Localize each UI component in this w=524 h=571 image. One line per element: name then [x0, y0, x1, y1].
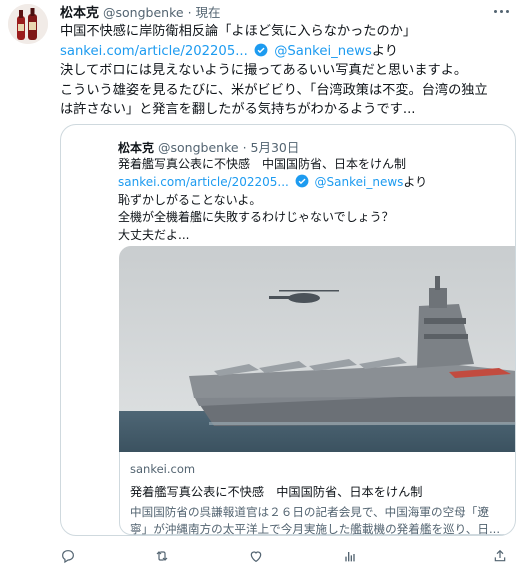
quote-text: 発着艦写真公表に不快感 中国国防省、日本をけん制 sankei.com/arti…: [118, 156, 427, 245]
reply-button[interactable]: [60, 548, 154, 564]
tweet-line: 決してボロには見えないように撮ってあるいい写真だと思いますよ。: [60, 63, 468, 78]
like-button[interactable]: [248, 548, 342, 564]
tweet-line: こういう雄姿を見るたびに、米がビビり、「台湾政策は不変。台湾の独立: [60, 82, 488, 98]
quote-link[interactable]: sankei.com/article/202205...: [118, 175, 289, 189]
retweet-button[interactable]: [154, 548, 248, 564]
quote-header: 松本克 @songbenke · 5月30日: [118, 137, 299, 156]
retweet-icon: [156, 551, 168, 561]
tweet-line: は許さない」と発言を翻したがる気持ちがわかるようです...: [60, 102, 416, 117]
quote-line: 恥ずかしがることないよ。: [118, 192, 262, 207]
like-icon: [250, 551, 262, 563]
share-button[interactable]: [492, 548, 508, 568]
tweet-line: 中国不快感に岸防衛相反論「よほど気に入らなかったのか」: [60, 24, 417, 39]
analytics-button[interactable]: [342, 548, 436, 564]
link-card-description: 中国国防省の呉謙報道官は２６日の記者会見で、中国海軍の空母「遼 寧」が沖縄南方の…: [130, 504, 515, 536]
verified-icon: [295, 174, 309, 188]
quote-time[interactable]: · 5月30日: [243, 137, 300, 156]
link-card[interactable]: sankei.com 発着艦写真公表に不快感 中国国防省、日本をけん制 中国国防…: [119, 452, 515, 536]
quoted-tweet[interactable]: 松本克 @songbenke · 5月30日 発着艦写真公表に不快感 中国国防省…: [60, 124, 516, 536]
tweet-actions: [60, 545, 516, 567]
quote-author-name[interactable]: 松本克: [118, 139, 154, 156]
tweet-link[interactable]: sankei.com/article/202205...: [60, 44, 248, 59]
author-avatar[interactable]: [8, 4, 48, 44]
link-card-image[interactable]: [119, 246, 515, 452]
tweet-text: 中国不快感に岸防衛相反論「よほど気に入らなかったのか」 sankei.com/a…: [60, 22, 516, 120]
share-icon: [494, 549, 506, 562]
quote-line: 発着艦写真公表に不快感 中国国防省、日本をけん制: [118, 157, 407, 171]
quote-author-handle[interactable]: @songbenke: [158, 140, 239, 155]
link-card-domain: sankei.com: [130, 462, 196, 476]
tweet-header: 松本克 @songbenke · 現在: [60, 2, 221, 21]
quote-line: 大丈夫だよ...: [118, 228, 190, 243]
quote-mention-suffix: より: [403, 174, 428, 189]
more-icon[interactable]: [490, 4, 512, 18]
author-name[interactable]: 松本克: [60, 2, 99, 21]
author-handle[interactable]: @songbenke: [103, 5, 184, 20]
tweet-link-line: sankei.com/article/202205... @Sankei_new…: [60, 42, 516, 62]
tweet-time[interactable]: · 現在: [188, 2, 221, 21]
tweet[interactable]: 松本克 @songbenke · 現在 中国不快感に岸防衛相反論「よほど気に入ら…: [0, 0, 524, 571]
tweet-mention[interactable]: @Sankei_news: [274, 44, 372, 59]
link-card-desc-line: 寧」が沖縄南方の太平洋上で今月実施した艦載機の発着艦を巡り、日...: [130, 522, 501, 536]
quote-mention[interactable]: @Sankei_news: [315, 175, 404, 189]
verified-icon: [254, 43, 268, 56]
reply-icon: [62, 550, 74, 564]
link-card-desc-line: 中国国防省の呉謙報道官は２６日の記者会見で、中国海軍の空母「遼: [130, 505, 489, 519]
link-card-title: 発着艦写真公表に不快感 中国国防省、日本をけん制: [130, 485, 423, 499]
tweet-mention-suffix: より: [371, 43, 398, 59]
analytics-icon: [345, 552, 355, 562]
quote-link-line: sankei.com/article/202205... @Sankei_new…: [118, 174, 427, 192]
quote-line: 全機が全機着艦に失敗するわけじゃないでしょう？: [118, 210, 394, 225]
